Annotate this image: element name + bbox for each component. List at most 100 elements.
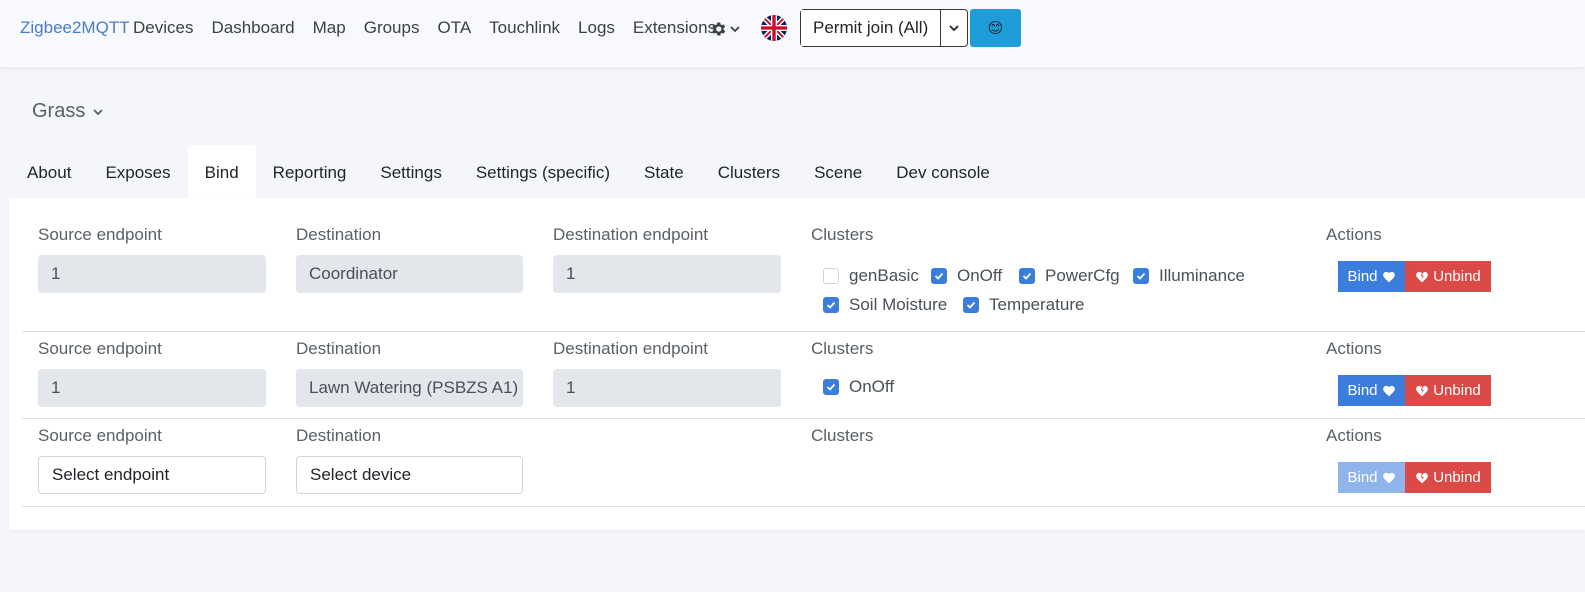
tab-reporting[interactable]: Reporting bbox=[256, 145, 364, 198]
check-icon bbox=[931, 268, 947, 284]
cluster-name: PowerCfg bbox=[1045, 266, 1120, 285]
destination-field: Lawn Watering (PSBZS A1) bbox=[296, 369, 523, 407]
source-endpoint-label: Source endpoint bbox=[38, 426, 162, 445]
gear-icon bbox=[712, 22, 726, 36]
clusters-label: Clusters bbox=[811, 225, 874, 244]
unbind-button[interactable]: Unbind bbox=[1405, 462, 1491, 493]
settings-menu[interactable] bbox=[709, 18, 743, 40]
tab-state[interactable]: State bbox=[627, 145, 701, 198]
unbind-label: Unbind bbox=[1433, 268, 1481, 285]
brand-link[interactable]: Zigbee2MQTT bbox=[20, 18, 130, 38]
cluster-name: Soil Moisture bbox=[849, 295, 948, 314]
heart-icon bbox=[1382, 271, 1395, 283]
destination-endpoint-label: Destination endpoint bbox=[553, 225, 709, 244]
nav-logs[interactable]: Logs bbox=[578, 18, 615, 38]
destination-endpoint-label: Destination endpoint bbox=[553, 339, 709, 358]
unbind-label: Unbind bbox=[1433, 469, 1481, 486]
heart-broken-icon bbox=[1416, 472, 1429, 484]
device-selector[interactable]: Grass bbox=[32, 100, 103, 123]
nav-ota[interactable]: OTA bbox=[437, 18, 471, 38]
cluster-name: genBasic bbox=[849, 266, 919, 285]
tab-about[interactable]: About bbox=[10, 145, 88, 198]
permit-join-dropdown-toggle[interactable] bbox=[941, 10, 968, 46]
checkbox-unchecked bbox=[823, 268, 839, 284]
heart-broken-icon bbox=[1416, 271, 1429, 283]
cluster-checkbox-powercfg[interactable]: PowerCfg bbox=[1019, 266, 1120, 286]
actions-label: Actions bbox=[1326, 339, 1382, 358]
nav-groups[interactable]: Groups bbox=[364, 18, 420, 38]
destination-label: Destination bbox=[296, 426, 382, 445]
actions-group: Bind Unbind bbox=[1338, 261, 1491, 292]
tab-exposes[interactable]: Exposes bbox=[88, 145, 187, 198]
source-endpoint-field: 1 bbox=[38, 255, 266, 293]
tab-clusters[interactable]: Clusters bbox=[701, 145, 797, 198]
permit-join-button[interactable]: Permit join (All) bbox=[801, 10, 942, 46]
tab-scene[interactable]: Scene bbox=[797, 145, 879, 198]
check-icon bbox=[823, 297, 839, 313]
heart-icon bbox=[1382, 472, 1395, 484]
nav-extensions[interactable]: Extensions bbox=[633, 18, 716, 38]
source-endpoint-label: Source endpoint bbox=[38, 339, 162, 358]
source-endpoint-select[interactable]: Select endpoint bbox=[38, 456, 266, 494]
bind-button[interactable]: Bind bbox=[1338, 261, 1405, 292]
clusters-label: Clusters bbox=[811, 339, 874, 358]
check-icon bbox=[1133, 268, 1149, 284]
cluster-checkbox-soil-moisture[interactable]: Soil Moisture bbox=[823, 295, 947, 315]
nav-links: Devices Dashboard Map Groups OTA Touchli… bbox=[133, 18, 734, 38]
bind-button[interactable]: Bind bbox=[1338, 462, 1405, 493]
tab-dev-console[interactable]: Dev console bbox=[879, 145, 1007, 198]
source-endpoint-field: 1 bbox=[38, 369, 266, 407]
cluster-name: Temperature bbox=[989, 295, 1085, 314]
destination-label: Destination bbox=[296, 225, 382, 244]
new-bind-row: Source endpoint Select endpoint Destinat… bbox=[22, 419, 1585, 507]
bind-label: Bind bbox=[1347, 469, 1378, 486]
bind-card: Source endpoint 1 Destination Coordinato… bbox=[9, 198, 1585, 530]
cluster-name: Illuminance bbox=[1159, 266, 1245, 285]
cluster-name: OnOff bbox=[957, 266, 1003, 285]
destination-endpoint-field: 1 bbox=[553, 369, 781, 407]
destination-device-select[interactable]: Select device bbox=[296, 456, 523, 494]
heart-icon bbox=[1382, 385, 1395, 397]
cluster-checkbox-onoff[interactable]: OnOff bbox=[823, 377, 894, 397]
language-flag-icon[interactable] bbox=[761, 15, 787, 41]
nav-map[interactable]: Map bbox=[313, 18, 346, 38]
nav-touchlink[interactable]: Touchlink bbox=[489, 18, 560, 38]
tab-settings-specific[interactable]: Settings (specific) bbox=[459, 145, 627, 198]
actions-group: Bind Unbind bbox=[1338, 462, 1491, 493]
destination-endpoint-field: 1 bbox=[553, 255, 781, 293]
cluster-checkbox-genbasic[interactable]: genBasic bbox=[823, 266, 919, 286]
bind-row: Source endpoint 1 Destination Lawn Water… bbox=[22, 332, 1585, 419]
cluster-checkbox-onoff[interactable]: OnOff bbox=[931, 266, 1002, 286]
bind-label: Bind bbox=[1347, 382, 1378, 399]
device-name: Grass bbox=[32, 100, 86, 122]
destination-label: Destination bbox=[296, 339, 382, 358]
chevron-down-icon bbox=[730, 26, 740, 33]
cluster-checkbox-temperature[interactable]: Temperature bbox=[963, 295, 1084, 315]
bind-label: Bind bbox=[1347, 268, 1378, 285]
chevron-down-icon bbox=[93, 108, 103, 115]
check-icon bbox=[1019, 268, 1035, 284]
nav-devices[interactable]: Devices bbox=[133, 18, 193, 38]
unbind-button[interactable]: Unbind bbox=[1405, 261, 1491, 292]
nav-dashboard[interactable]: Dashboard bbox=[211, 18, 294, 38]
chevron-down-icon bbox=[949, 25, 959, 32]
smile-icon: 😊 bbox=[987, 20, 1004, 37]
theme-toggle-button[interactable]: 😊 bbox=[970, 9, 1021, 47]
top-navbar: Zigbee2MQTT Devices Dashboard Map Groups… bbox=[0, 0, 1585, 67]
bind-row: Source endpoint 1 Destination Coordinato… bbox=[22, 198, 1585, 332]
unbind-label: Unbind bbox=[1433, 382, 1481, 399]
check-icon bbox=[963, 297, 979, 313]
actions-group: Bind Unbind bbox=[1338, 375, 1491, 406]
cluster-checkbox-illuminance[interactable]: Illuminance bbox=[1133, 266, 1245, 286]
permit-join-group: Permit join (All) bbox=[800, 9, 969, 47]
clusters-label: Clusters bbox=[811, 426, 874, 445]
bind-button[interactable]: Bind bbox=[1338, 375, 1405, 406]
device-tabs: About Exposes Bind Reporting Settings Se… bbox=[10, 145, 1007, 198]
unbind-button[interactable]: Unbind bbox=[1405, 375, 1491, 406]
check-icon bbox=[823, 379, 839, 395]
tab-bind[interactable]: Bind bbox=[187, 145, 256, 198]
actions-label: Actions bbox=[1326, 426, 1382, 445]
destination-field: Coordinator bbox=[296, 255, 523, 293]
actions-label: Actions bbox=[1326, 225, 1382, 244]
tab-settings[interactable]: Settings bbox=[363, 145, 458, 198]
